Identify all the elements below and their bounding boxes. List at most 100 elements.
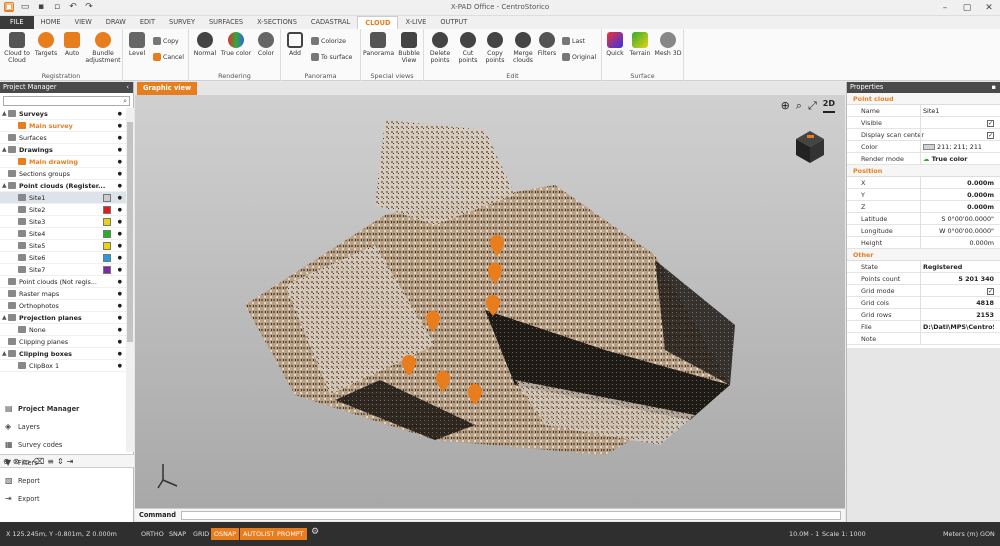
- settings-icon[interactable]: ⚙: [311, 527, 319, 537]
- original-button[interactable]: Original: [562, 53, 596, 61]
- zoom-in-icon[interactable]: ⊕: [781, 99, 790, 113]
- color-render-button[interactable]: Color: [253, 32, 279, 57]
- level-button[interactable]: Level: [126, 32, 148, 57]
- tree-item[interactable]: Site5 ●: [0, 240, 126, 252]
- expand-icon[interactable]: ▲: [2, 180, 7, 192]
- true-color-button[interactable]: True color: [220, 32, 252, 57]
- visibility-bulb-icon[interactable]: ●: [118, 252, 122, 264]
- property-row[interactable]: Points count 5 201 340: [847, 273, 1000, 285]
- view-2d-icon[interactable]: 2D: [822, 99, 835, 113]
- cloud-color-swatch[interactable]: [103, 206, 111, 214]
- panorama-view-button[interactable]: Panorama: [363, 32, 394, 57]
- tree-item[interactable]: ▲ Surveys ●: [0, 108, 126, 120]
- tree-item[interactable]: ▲ Point clouds (Register... ●: [0, 180, 126, 192]
- property-row[interactable]: Z 0.000m: [847, 201, 1000, 213]
- tree-item[interactable]: Site6 ●: [0, 252, 126, 264]
- zoom-icon[interactable]: ⌕: [796, 99, 802, 113]
- visibility-bulb-icon[interactable]: ●: [118, 156, 122, 168]
- nav-export[interactable]: ⇥ Export: [0, 490, 134, 508]
- toggle-prompt[interactable]: PROMPT: [274, 528, 307, 540]
- normal-render-button[interactable]: Normal: [191, 32, 219, 57]
- tree-item[interactable]: Site4 ●: [0, 228, 126, 240]
- toggle-osnap[interactable]: OSNAP: [211, 528, 240, 540]
- visibility-bulb-icon[interactable]: ●: [118, 324, 122, 336]
- property-row[interactable]: File D:\Dati\MPS\CentroSt...: [847, 321, 1000, 333]
- property-row[interactable]: Height 0.000m: [847, 237, 1000, 249]
- auto-button[interactable]: Auto: [61, 32, 83, 57]
- filters-button[interactable]: Filters: [536, 32, 558, 57]
- property-row[interactable]: Grid rows 2153: [847, 309, 1000, 321]
- last-button[interactable]: Last: [562, 37, 585, 45]
- property-row[interactable]: Y 0.000m: [847, 189, 1000, 201]
- property-value[interactable]: 4818: [923, 297, 994, 309]
- scale-value[interactable]: Scale 1: 1000: [822, 530, 866, 538]
- nav-project-manager[interactable]: ▤ Project Manager: [0, 400, 134, 418]
- tree-item[interactable]: ClipBox 1 ●: [0, 360, 126, 372]
- merge-clouds-button[interactable]: Merge clouds: [509, 32, 537, 64]
- tree-item[interactable]: Site1 ●: [0, 192, 126, 204]
- cloud-color-swatch[interactable]: [103, 218, 111, 226]
- property-value[interactable]: 2153: [923, 309, 994, 321]
- view-cube[interactable]: [796, 131, 824, 163]
- maximize-icon[interactable]: ▢: [956, 0, 978, 16]
- tree-item[interactable]: Site3 ●: [0, 216, 126, 228]
- colorize-button[interactable]: Colorize: [311, 37, 346, 45]
- property-row[interactable]: X 0.000m: [847, 177, 1000, 189]
- tree-item[interactable]: Clipping planes ●: [0, 336, 126, 348]
- tree-item[interactable]: Sections groups ●: [0, 168, 126, 180]
- tree-item[interactable]: ▲ Projection planes ●: [0, 312, 126, 324]
- tree-item[interactable]: Raster maps ●: [0, 288, 126, 300]
- visibility-bulb-icon[interactable]: ●: [118, 228, 122, 240]
- toggle-ortho[interactable]: ORTHO: [138, 528, 167, 540]
- tab-x-live[interactable]: X-LIVE: [398, 16, 433, 29]
- quick-surface-button[interactable]: Quick: [604, 32, 626, 57]
- cut-points-button[interactable]: Cut points: [455, 32, 481, 64]
- property-value[interactable]: 0.000m: [923, 189, 994, 201]
- visibility-bulb-icon[interactable]: ●: [118, 240, 122, 252]
- toggle-grid[interactable]: GRID: [190, 528, 212, 540]
- property-value[interactable]: Site1: [923, 105, 994, 117]
- cloud-color-swatch[interactable]: [103, 194, 111, 202]
- visibility-bulb-icon[interactable]: ●: [118, 216, 122, 228]
- visibility-bulb-icon[interactable]: ●: [118, 276, 122, 288]
- to-surface-button[interactable]: To surface: [311, 53, 352, 61]
- bundle-adjustment-button[interactable]: Bundle adjustment: [85, 32, 121, 64]
- visibility-bulb-icon[interactable]: ●: [118, 288, 122, 300]
- tab-cadastral[interactable]: CADASTRAL: [304, 16, 357, 29]
- tab-cloud[interactable]: CLOUD: [357, 16, 399, 29]
- tree-item[interactable]: Site7 ●: [0, 264, 126, 276]
- tree-item[interactable]: ▲ Drawings ●: [0, 144, 126, 156]
- tab-home[interactable]: HOME: [34, 16, 68, 29]
- property-checkbox[interactable]: ✓: [923, 285, 994, 297]
- cloud-color-swatch[interactable]: [103, 230, 111, 238]
- nav-report[interactable]: ▧ Report: [0, 472, 134, 490]
- pin-icon[interactable]: ▪: [992, 82, 996, 93]
- tab-graphic-view[interactable]: Graphic view: [137, 82, 198, 95]
- property-row[interactable]: Display scan center ✓: [847, 129, 1000, 141]
- tab-survey[interactable]: SURVEY: [162, 16, 202, 29]
- visibility-bulb-icon[interactable]: ●: [118, 348, 122, 360]
- tree-item[interactable]: ▲ Clipping boxes ●: [0, 348, 126, 360]
- tab-output[interactable]: OUTPUT: [433, 16, 474, 29]
- property-row[interactable]: Longitude W 0°00'00.0000": [847, 225, 1000, 237]
- property-value[interactable]: 0.000m: [923, 237, 994, 249]
- visibility-bulb-icon[interactable]: ●: [118, 192, 122, 204]
- property-value[interactable]: D:\Dati\MPS\CentroSt...: [923, 321, 994, 333]
- visibility-bulb-icon[interactable]: ●: [118, 168, 122, 180]
- property-value[interactable]: ☁ True color: [923, 153, 994, 165]
- nav-survey-codes[interactable]: ▦ Survey codes: [0, 436, 134, 454]
- collapse-icon[interactable]: ‹: [126, 82, 129, 93]
- delete-points-button[interactable]: Delete points: [426, 32, 454, 64]
- angle-units-value[interactable]: GON: [980, 530, 995, 538]
- copy-points-button[interactable]: Copy points: [482, 32, 508, 64]
- cloud-color-swatch[interactable]: [103, 254, 111, 262]
- cloud-to-cloud-button[interactable]: Cloud to Cloud: [2, 32, 32, 64]
- property-checkbox[interactable]: ✓: [923, 129, 994, 141]
- toggle-autolist[interactable]: AUTOLIST: [240, 528, 278, 540]
- tree-item[interactable]: Main survey ●: [0, 120, 126, 132]
- expand-icon[interactable]: ▲: [2, 348, 7, 360]
- minimize-icon[interactable]: –: [934, 0, 956, 16]
- properties-section-header[interactable]: Point cloud: [847, 93, 1000, 105]
- property-value[interactable]: 211; 211; 211: [923, 141, 994, 153]
- properties-section-header[interactable]: Other: [847, 249, 1000, 261]
